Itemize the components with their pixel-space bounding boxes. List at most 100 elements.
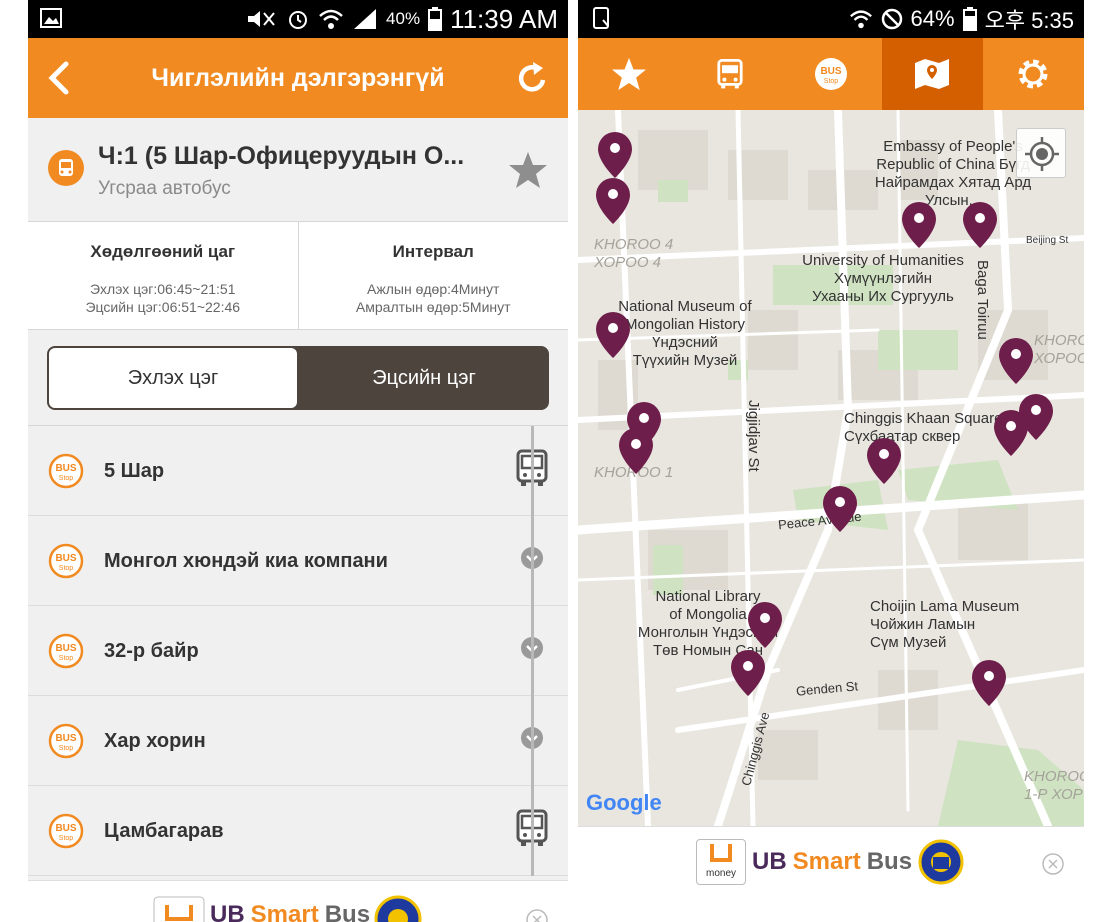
map-icon xyxy=(915,59,950,89)
ad-banner[interactable]: UB Smart Bus xyxy=(28,880,568,922)
status-bar: 64% 오후 5:35 xyxy=(578,0,1084,38)
page-title: Чиглэлийн дэлгэрэнгүй xyxy=(151,63,445,92)
svg-text:Stop: Stop xyxy=(59,655,74,662)
ad-bus: Bus xyxy=(866,848,913,875)
favorite-star-icon[interactable] xyxy=(508,151,548,189)
ad-ub: UB xyxy=(210,901,245,922)
ad-banner[interactable]: money UB Smart Bus xyxy=(578,826,1084,900)
weekday-interval: Ажлын өдөр:4Минут xyxy=(367,281,500,297)
map-pin-icon[interactable] xyxy=(994,410,1028,456)
star-icon xyxy=(611,57,646,91)
map-pin-icon[interactable] xyxy=(823,486,857,532)
bus-stop-icon: BUSStop xyxy=(48,453,84,489)
svg-text:BUS: BUS xyxy=(55,643,76,654)
bus-icon xyxy=(717,59,743,89)
stop-name: Монгол хюндэй киа компани xyxy=(104,550,388,572)
svg-text:Stop: Stop xyxy=(59,745,74,752)
map-pin-icon[interactable] xyxy=(867,438,901,484)
svg-text:BUS: BUS xyxy=(55,823,76,834)
bus-stop-icon: BUSStop xyxy=(48,723,84,759)
tab-settings[interactable] xyxy=(983,38,1084,110)
stop-item[interactable]: BUS Stop Монгол хюндэй киа компани xyxy=(28,516,568,606)
bus-stop-icon: BUSStop xyxy=(48,813,84,849)
map-pin-icon[interactable] xyxy=(596,178,630,224)
stop-item[interactable]: BUS Stop 32-р байр xyxy=(28,606,568,696)
bus-stop-icon: BUSStop xyxy=(48,633,84,669)
start-time: Эхлэх цэг:06:45~21:51 xyxy=(89,281,236,297)
close-icon[interactable] xyxy=(526,909,548,922)
tab-map[interactable] xyxy=(881,38,983,110)
schedule-info: Хөдөлгөөний цаг Эхлэх цэг:06:45~21:51 Эц… xyxy=(28,222,299,329)
bus-stop-pins xyxy=(596,132,1053,706)
direction-switch-wrap: Эхлэх цэг Эцсийн цэг xyxy=(28,330,568,426)
end-direction-tab[interactable]: Эцсийн цэг xyxy=(299,346,549,410)
stop-name: 5 Шар xyxy=(104,460,165,482)
back-icon[interactable] xyxy=(46,60,72,96)
tab-bus[interactable] xyxy=(679,38,780,110)
ad-money: money xyxy=(705,868,736,879)
weekend-interval: Амралтын өдөр:5Минут xyxy=(355,299,511,315)
direction-switch: Эхлэх цэг Эцсийн цэг xyxy=(47,346,549,410)
stop-list: BUS Stop 5 Шар BUS Stop Монгол хюндэй киа … xyxy=(28,426,568,876)
clock: 오후 5:35 xyxy=(984,8,1074,33)
svg-text:BUS: BUS xyxy=(55,463,76,474)
phone-storage-icon xyxy=(593,7,609,29)
stop-name: Цамбагарав xyxy=(104,820,224,842)
schedule-title: Хөдөлгөөний цаг xyxy=(90,242,236,261)
interval-title: Интервал xyxy=(392,242,474,261)
close-icon[interactable] xyxy=(1042,853,1064,875)
ub-smart-bus-logo: UB Smart Bus xyxy=(152,895,422,922)
bottom-spacer xyxy=(578,900,1084,922)
stop-item[interactable]: BUS Stop Цамбагарав xyxy=(28,786,568,876)
battery-icon xyxy=(428,7,443,31)
map-view[interactable]: Embassy of People's Republic of China Бү… xyxy=(578,110,1084,826)
my-location-button[interactable] xyxy=(1016,128,1066,178)
map-pin-icon[interactable] xyxy=(598,132,632,178)
ad-ub: UB xyxy=(752,848,787,875)
ad-bus: Bus xyxy=(324,901,371,922)
clock: 11:39 AM xyxy=(450,3,558,34)
svg-text:Stop: Stop xyxy=(59,475,74,482)
stop-item[interactable]: BUS Stop 5 Шар xyxy=(28,426,568,516)
refresh-icon[interactable] xyxy=(516,60,550,96)
bus-icon xyxy=(48,150,84,186)
city-emblem-icon xyxy=(918,839,964,885)
status-right: 40% 11:39 AM xyxy=(244,0,558,38)
route-name: Ч:1 (5 Шар-Офицеруудын О... xyxy=(98,142,465,170)
svg-text:BUS: BUS xyxy=(55,733,76,744)
ad-smart: Smart xyxy=(792,848,861,875)
route-line xyxy=(531,426,534,876)
svg-text:Stop: Stop xyxy=(59,835,74,842)
interval-info: Интервал Ажлын өдөр:4Минут Амралтын өдөр… xyxy=(299,222,569,329)
tab-favorites[interactable] xyxy=(578,38,679,110)
umoney-logo-icon: money xyxy=(696,839,746,885)
start-direction-tab[interactable]: Эхлэх цэг xyxy=(49,348,297,408)
bus-stop-icon: BUSStop xyxy=(815,58,847,90)
map-pin-icon[interactable] xyxy=(972,660,1006,706)
crosshair-icon xyxy=(1025,137,1059,171)
stop-name: 32-р байр xyxy=(104,640,199,662)
tab-bar: BUS Stop xyxy=(578,38,1084,110)
alarm-icon xyxy=(289,11,308,29)
svg-text:BUS: BUS xyxy=(820,66,841,77)
battery-icon xyxy=(962,7,977,31)
map-pin-icon[interactable] xyxy=(596,312,630,358)
map-pin-icon[interactable] xyxy=(963,202,997,248)
tab-bus-stops[interactable]: BUS Stop xyxy=(780,38,881,110)
map-pin-icon[interactable] xyxy=(619,428,653,474)
wifi-icon xyxy=(849,10,872,29)
stop-item[interactable]: BUS Stop Хар хорин xyxy=(28,696,568,786)
map-pin-icon[interactable] xyxy=(902,202,936,248)
right-screen: 64% 오후 5:35 BUS Stop Embassy of People's… xyxy=(578,0,1084,922)
map-pin-icon[interactable] xyxy=(731,650,765,696)
blocked-icon xyxy=(881,8,902,30)
mute-icon xyxy=(248,11,275,27)
city-emblem-icon xyxy=(374,895,422,922)
gear-icon xyxy=(1018,59,1048,89)
battery-level: 40% xyxy=(386,9,421,28)
gallery-icon xyxy=(40,8,62,28)
svg-text:Stop: Stop xyxy=(59,565,74,572)
map-pin-icon[interactable] xyxy=(748,602,782,648)
stop-name: Хар хорин xyxy=(104,730,206,752)
map-pin-icon[interactable] xyxy=(999,338,1033,384)
